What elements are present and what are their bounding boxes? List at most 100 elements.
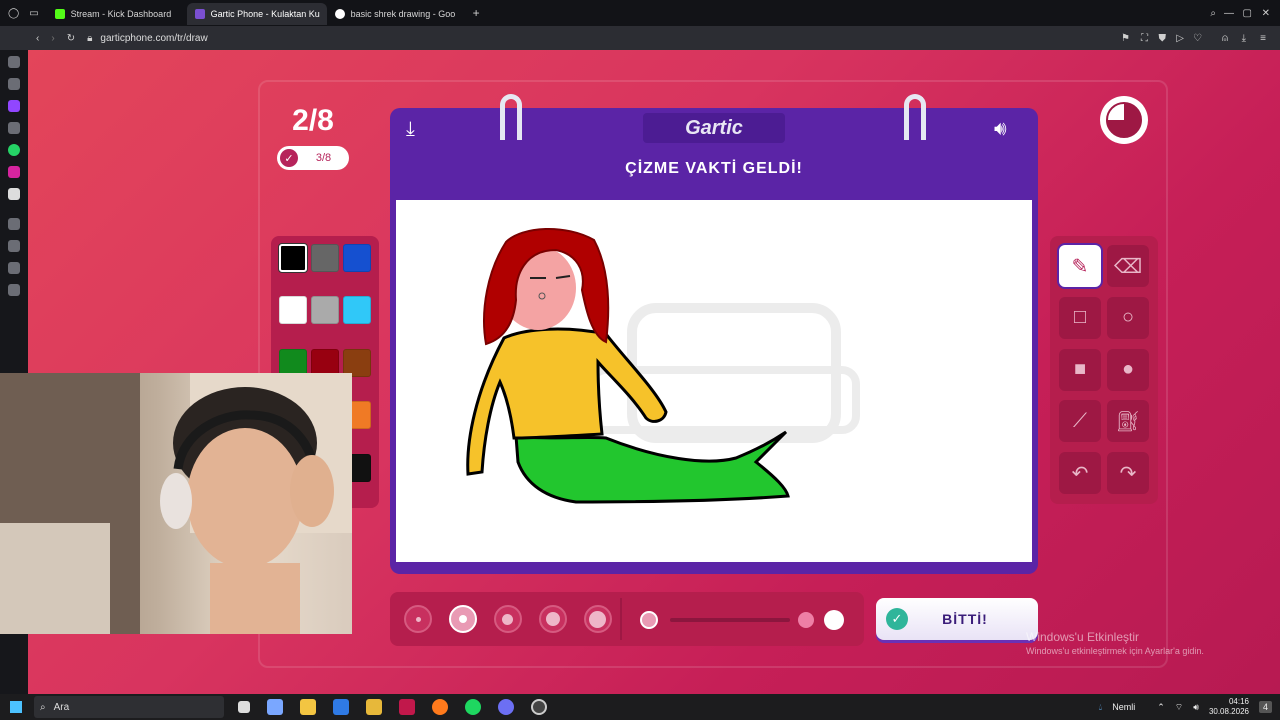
weather-label[interactable]: Nemli [1112, 702, 1135, 712]
download-icon[interactable]: ⤓ [1242, 33, 1246, 44]
opera-gx-icon[interactable] [399, 699, 415, 715]
close-icon[interactable]: ✕ [1262, 8, 1270, 19]
color-swatch[interactable] [279, 244, 307, 272]
players-done-badge: ✓ 3/8 [277, 146, 349, 170]
activation-title: Windows'u Etkinleştir [1026, 630, 1139, 644]
new-tab-button[interactable]: + [473, 6, 480, 20]
clock-date: 30.08.2026 [1208, 707, 1249, 716]
tab-label: Gartic Phone - Kulaktan Ku [210, 9, 320, 19]
brush-size-button[interactable] [538, 605, 567, 633]
line-tool-button[interactable]: ⟋ [1059, 400, 1101, 443]
app-icon[interactable] [366, 699, 382, 715]
messenger-icon[interactable] [8, 78, 20, 90]
history-icon[interactable] [8, 240, 20, 252]
minimize-icon[interactable]: — [1224, 8, 1234, 19]
square-filled-tool-button[interactable]: ■ [1059, 348, 1101, 391]
brush-size-button[interactable] [493, 605, 522, 633]
tab-google-search[interactable]: basic shrek drawing - Goo [327, 3, 467, 25]
square-filled-icon: ■ [1073, 358, 1087, 381]
shield-icon[interactable]: ⛊ [1159, 33, 1167, 44]
circle-filled-tool-button[interactable]: ● [1107, 348, 1149, 391]
volume-tray-icon[interactable]: 🔊︎ [1193, 702, 1199, 713]
line-icon: ⟋ [1073, 409, 1087, 432]
tool-panel: ✎ ⌫ □ ○ ■ ● ⟋ ⛽︎ ↶ ↷ [1050, 236, 1158, 504]
color-swatch[interactable] [311, 296, 339, 325]
circle-filled-icon: ● [1121, 358, 1135, 381]
color-swatch[interactable] [279, 296, 307, 325]
reload-icon[interactable]: ↻ [67, 33, 75, 44]
color-swatch[interactable] [343, 296, 371, 325]
tab-label: Stream - Kick Dashboard [70, 9, 172, 19]
brush-size-button[interactable] [449, 605, 478, 633]
browser-logo-icon[interactable]: ◯ [8, 8, 19, 19]
whatsapp-icon[interactable] [8, 144, 20, 156]
done-button[interactable]: ✓ BİTTİ! [876, 598, 1038, 640]
brush-size-dot [459, 615, 468, 623]
undo-tool-button[interactable]: ↶ [1059, 452, 1101, 495]
eraser-tool-button[interactable]: ⌫ [1107, 245, 1149, 287]
profile-icon[interactable]: ⍝ [1222, 33, 1228, 44]
settings-icon[interactable] [8, 284, 20, 296]
square-outline-tool-button[interactable]: □ [1059, 296, 1101, 339]
drawing-canvas[interactable] [396, 200, 1032, 562]
brush-size-selector [396, 598, 622, 640]
download-drawing-icon[interactable]: ⤓ [406, 118, 415, 141]
play-icon[interactable]: ▷ [1176, 33, 1184, 44]
taskbar-search[interactable]: ⌕ Ara [34, 696, 224, 718]
brush-size-button[interactable] [583, 605, 612, 633]
forward-icon[interactable]: › [51, 33, 54, 44]
url-field[interactable]: garticphone.com/tr/draw [100, 33, 207, 44]
mail-icon[interactable] [333, 699, 349, 715]
notification-badge[interactable]: 4 [1258, 701, 1272, 713]
fill-bucket-tool-button[interactable]: ⛽︎ [1107, 400, 1149, 443]
copilot-icon[interactable] [267, 699, 283, 715]
percent-icon[interactable] [8, 122, 20, 134]
firefox-icon[interactable] [432, 699, 448, 715]
opacity-handle[interactable] [798, 612, 814, 628]
search-tabs-icon[interactable]: ⌕ [1210, 8, 1216, 19]
twitch-icon[interactable] [8, 100, 20, 112]
x-twitter-icon[interactable] [8, 188, 20, 200]
back-icon[interactable]: ‹ [36, 33, 39, 44]
obs-icon[interactable] [531, 699, 547, 715]
redo-tool-button[interactable]: ↷ [1107, 452, 1149, 495]
gartic-favicon-icon [194, 9, 205, 19]
screenshot-icon[interactable]: ⛶ [1141, 33, 1148, 44]
menu-icon[interactable]: ≡ [1260, 33, 1266, 44]
volume-icon[interactable]: 🔊︎ [994, 118, 1007, 141]
network-icon[interactable]: ⌔ [1175, 702, 1183, 713]
heart-icon[interactable]: ♡ [1193, 33, 1202, 44]
brush-size-dot [589, 610, 607, 628]
windows-taskbar: ⌕ Ara 💧︎ Nemli ⌃ ⌔ 🔊︎ 04:16 30.08.2026 4 [0, 694, 1280, 720]
spotify-icon[interactable] [465, 699, 481, 715]
color-swatch[interactable] [343, 244, 371, 272]
page-title: ÇİZME VAKTİ GELDİ! [625, 160, 803, 177]
news-icon[interactable] [8, 56, 20, 68]
tray-chevron-icon[interactable]: ⌃ [1157, 702, 1165, 713]
pencil-tool-button[interactable]: ✎ [1059, 245, 1101, 287]
extensions-sidebar-icon[interactable] [8, 262, 20, 274]
task-view-icon[interactable] [238, 701, 250, 713]
tab-kick-dashboard[interactable]: Stream - Kick Dashboard [47, 3, 187, 25]
workspaces-icon[interactable]: ▭ [29, 8, 38, 19]
notebook-ring-right [904, 94, 926, 140]
brush-size-button[interactable] [404, 605, 433, 633]
opacity-track[interactable] [670, 618, 790, 622]
maximize-icon[interactable]: ▢ [1243, 8, 1252, 19]
opacity-min-icon [640, 611, 658, 629]
discord-icon[interactable] [498, 699, 514, 715]
instagram-icon[interactable] [8, 166, 20, 178]
extensions-icon[interactable]: ⚑ [1121, 33, 1130, 44]
file-explorer-icon[interactable] [300, 699, 316, 715]
player-icon[interactable] [8, 218, 20, 230]
search-placeholder: Ara [53, 701, 70, 713]
windows-start-icon[interactable] [10, 701, 22, 713]
opacity-slider[interactable] [640, 610, 850, 630]
brush-size-dot [545, 612, 560, 626]
color-swatch[interactable] [311, 244, 339, 272]
done-button-label: BİTTİ! [942, 611, 988, 627]
circle-outline-tool-button[interactable]: ○ [1107, 296, 1149, 339]
clock[interactable]: 04:16 30.08.2026 [1209, 697, 1249, 717]
tab-gartic-phone[interactable]: Gartic Phone - Kulaktan Ku [186, 3, 327, 25]
webcam-overlay [0, 373, 352, 634]
